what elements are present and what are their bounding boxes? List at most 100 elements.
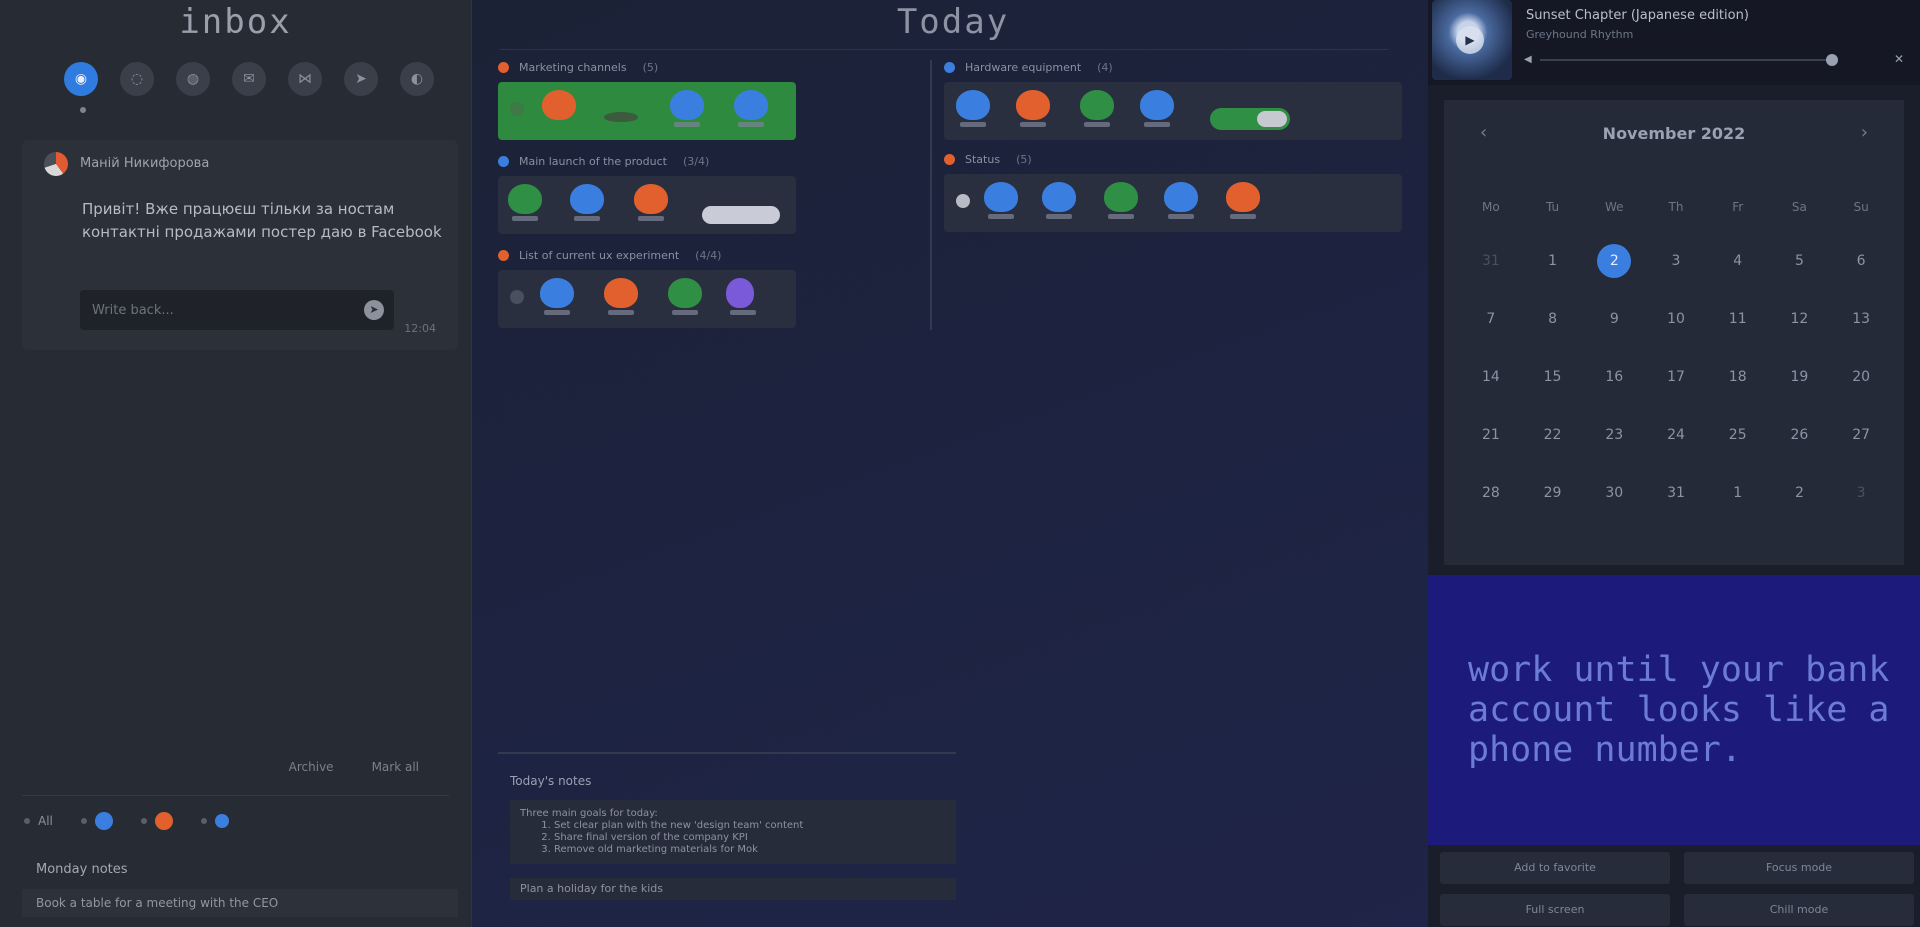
filter-orange[interactable] (140, 812, 173, 830)
play-icon[interactable]: ▶ (1456, 26, 1484, 54)
status-pill[interactable] (702, 206, 780, 224)
radio-icon[interactable] (510, 290, 524, 304)
mail-icon[interactable]: ✉ (232, 62, 266, 96)
calendar-day[interactable]: 7 (1460, 302, 1522, 336)
calendar-day-number: 12 (1790, 311, 1809, 327)
slack-icon[interactable]: ⋈ (288, 62, 322, 96)
calendar-day[interactable]: 17 (1645, 360, 1707, 394)
reply-input[interactable] (80, 290, 394, 330)
app-icon[interactable] (1140, 90, 1174, 127)
calendar-day[interactable]: 29 (1522, 476, 1584, 510)
app-icon[interactable] (984, 182, 1018, 219)
mark-all-button[interactable]: Mark all (372, 760, 419, 774)
weekday-label: Sa (1791, 200, 1807, 214)
full-screen-button[interactable]: Full screen (1440, 894, 1670, 926)
focus-mode-button[interactable]: Focus mode (1684, 852, 1914, 884)
progress-knob[interactable] (1826, 54, 1838, 66)
volume-down-icon[interactable]: ◀ (1524, 54, 1532, 65)
calendar-day[interactable]: 12 (1769, 302, 1831, 336)
calendar-day[interactable]: 6 (1830, 244, 1892, 278)
today-panel: Today Marketing channels (5) Main launch… (478, 0, 1428, 927)
app-icon[interactable] (542, 90, 576, 120)
calendar-day[interactable]: 2 (1769, 476, 1831, 510)
close-icon[interactable]: ✕ (1894, 52, 1904, 66)
radio-icon[interactable] (956, 194, 970, 208)
app-icon[interactable] (726, 278, 756, 315)
calendar-day[interactable]: 16 (1583, 360, 1645, 394)
calendar-day[interactable]: 4 (1707, 244, 1769, 278)
message-card[interactable]: Маній Никифорова Привіт! Вже працюєш тіл… (22, 140, 458, 350)
add-favorite-button[interactable]: Add to favorite (1440, 852, 1670, 884)
archive-button[interactable]: Archive (289, 760, 334, 774)
calendar-day[interactable]: 8 (1522, 302, 1584, 336)
calendar-day[interactable]: 20 (1830, 360, 1892, 394)
progress-bar[interactable] (1540, 54, 1838, 66)
app-icon[interactable] (1042, 182, 1076, 219)
group-header[interactable]: Status (5) (944, 150, 1402, 168)
chill-mode-button[interactable]: Chill mode (1684, 894, 1914, 926)
calendar-day-today[interactable]: 2 (1583, 244, 1645, 278)
chevron-right-icon[interactable]: › (1861, 122, 1868, 143)
calendar-day[interactable]: 1 (1522, 244, 1584, 278)
group-header[interactable]: Main launch of the product (3/4) (498, 152, 796, 170)
calendar-day[interactable]: 3 (1830, 476, 1892, 510)
calendar-day[interactable]: 31 (1460, 244, 1522, 278)
calendar-day[interactable]: 10 (1645, 302, 1707, 336)
app-icon[interactable] (540, 278, 574, 315)
task-item: Remove old marketing materials for Mok (554, 844, 946, 856)
app-icon[interactable] (508, 184, 542, 221)
group-header[interactable]: List of current ux experiment (4/4) (498, 246, 796, 264)
app-icon[interactable] (570, 184, 604, 221)
telegram-icon[interactable]: ➤ (344, 62, 378, 96)
notes-body[interactable]: Book a table for a meeting with the CEO (22, 889, 458, 917)
calendar-day[interactable]: 19 (1769, 360, 1831, 394)
group-header[interactable]: Hardware equipment (4) (944, 58, 1402, 76)
calendar-day[interactable]: 21 (1460, 418, 1522, 452)
messenger-icon[interactable]: ◉ (64, 62, 98, 96)
viber-icon[interactable]: ◍ (176, 62, 210, 96)
calendar-day[interactable]: 23 (1583, 418, 1645, 452)
calendar-day[interactable]: 26 (1769, 418, 1831, 452)
calendar-day[interactable]: 31 (1645, 476, 1707, 510)
app-icon[interactable] (668, 278, 702, 315)
calendar-day[interactable]: 3 (1645, 244, 1707, 278)
app-icon[interactable] (1104, 182, 1138, 219)
skype-icon[interactable]: ◐ (400, 62, 434, 96)
app-icon[interactable] (670, 90, 704, 127)
calendar-day[interactable]: 25 (1707, 418, 1769, 452)
app-icon[interactable] (1016, 90, 1050, 127)
calendar-day[interactable]: 11 (1707, 302, 1769, 336)
notes-body[interactable]: Three main goals for today: Set clear pl… (510, 800, 956, 864)
filter-all[interactable]: All (24, 814, 53, 828)
send-icon[interactable]: ➤ (364, 300, 384, 320)
app-icon[interactable] (604, 278, 638, 315)
notes-footer[interactable]: Plan a holiday for the kids (510, 878, 956, 900)
app-icon[interactable] (604, 112, 638, 122)
calendar-day[interactable]: 27 (1830, 418, 1892, 452)
calendar-day[interactable]: 28 (1460, 476, 1522, 510)
calendar-day[interactable]: 9 (1583, 302, 1645, 336)
radio-icon[interactable] (510, 102, 524, 116)
app-icon[interactable] (634, 184, 668, 221)
calendar-day[interactable]: 22 (1522, 418, 1584, 452)
calendar-day[interactable]: 15 (1522, 360, 1584, 394)
calendar-day[interactable]: 13 (1830, 302, 1892, 336)
app-icon[interactable] (956, 90, 990, 127)
calendar-day[interactable]: 30 (1583, 476, 1645, 510)
app-icon[interactable] (1164, 182, 1198, 219)
calendar-day-number: 10 (1667, 311, 1685, 327)
whatsapp-icon[interactable]: ◌ (120, 62, 154, 96)
toggle-switch[interactable] (1210, 108, 1290, 130)
app-icon[interactable] (1080, 90, 1114, 127)
calendar-day[interactable]: 5 (1769, 244, 1831, 278)
filter-blue[interactable] (200, 814, 229, 828)
filter-messenger[interactable] (80, 812, 113, 830)
calendar-day[interactable]: 24 (1645, 418, 1707, 452)
calendar-day[interactable]: 14 (1460, 360, 1522, 394)
group-header[interactable]: Marketing channels (5) (498, 58, 796, 76)
calendar-day[interactable]: 1 (1707, 476, 1769, 510)
app-icon[interactable] (1226, 182, 1260, 219)
weekday-label: Th (1668, 200, 1684, 214)
app-icon[interactable] (734, 90, 768, 127)
calendar-day[interactable]: 18 (1707, 360, 1769, 394)
